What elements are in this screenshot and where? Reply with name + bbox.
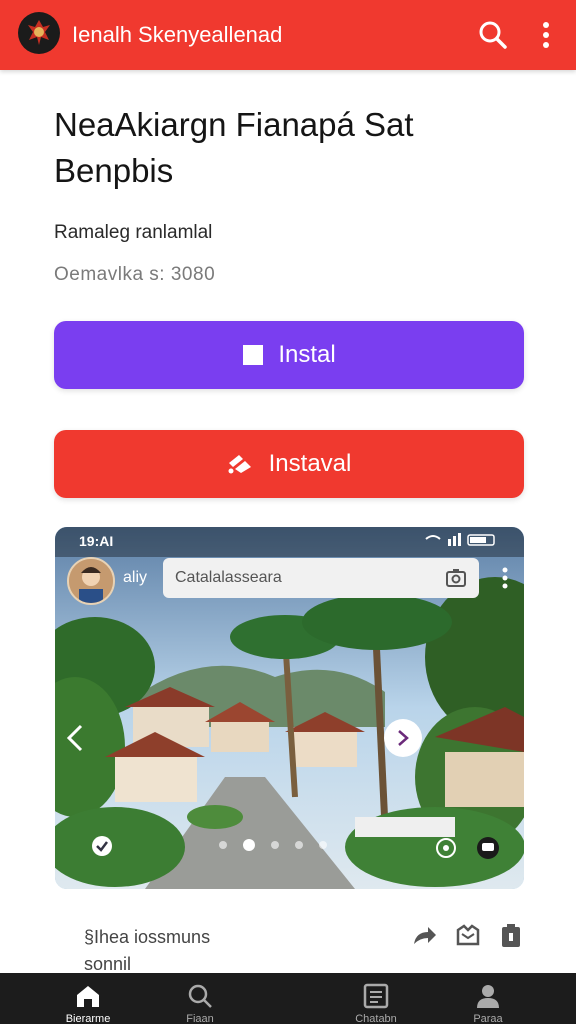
preview-handle: aliy [123,569,148,586]
nav-item-home[interactable]: Bierarme [38,973,138,1025]
chat-icon[interactable] [475,835,501,866]
nav-item-label: Chatabn [355,1013,397,1025]
listing-headline: NeaAkiargn Fianapá Sat Benpbis [54,106,414,189]
status-time: 19:AI [79,533,114,549]
badge-icon [91,835,113,862]
preview-search-value: Catalalasseara [175,569,282,586]
home-icon [77,986,99,1007]
nav-item-label: Fiaan [186,1013,214,1025]
listing-subtitle: Ramaleg ranlamlal [54,222,213,243]
share-icon[interactable] [410,922,438,955]
target-icon[interactable] [435,837,457,864]
preview-screenshot[interactable]: 19:AI aliy Catalalasseara [55,527,524,889]
carousel-dot[interactable] [271,841,279,849]
app-bar: Ienalh Skenyeallenad [0,0,576,70]
chevron-right-icon [398,730,409,746]
square-icon [242,344,264,366]
search-icon [188,984,212,1008]
more-vert-icon[interactable] [530,18,564,52]
bookmark-icon[interactable] [498,922,524,955]
nav-item-profile[interactable]: Paraa [438,973,538,1025]
carousel-dot[interactable] [219,841,227,849]
caption-line1: §Ihea iossmuns [84,927,211,947]
bottom-nav: Bierarme Fiaan Chatabn Paraa [0,973,576,1025]
app-title: Ienalh Skenyeallenad [72,22,283,47]
cast-icon [227,453,255,475]
search-icon[interactable] [476,18,510,52]
preview-search-input[interactable]: Catalalasseara [163,558,479,598]
app-logo[interactable] [18,12,60,54]
gift-icon[interactable] [454,922,482,955]
chevron-right-button[interactable] [384,719,422,757]
install-alt-button-label: Instaval [268,450,352,477]
carousel-dot[interactable] [295,841,303,849]
install-button-label: Instal [278,341,336,368]
chevron-left-icon[interactable] [65,723,85,758]
profile-icon [477,985,499,1008]
nav-item-list[interactable]: Chatabn [326,973,426,1025]
list-icon [363,983,389,1009]
status-icons [425,533,495,546]
install-alt-button[interactable]: Instaval [54,430,524,498]
carousel-dot[interactable] [319,841,327,849]
avatar[interactable] [67,557,115,605]
listing-meta: Oemavlka s: 3080 [54,264,216,285]
carousel-dots [219,839,327,851]
camera-icon[interactable] [445,567,467,594]
nav-item-label: Paraa [473,1013,503,1025]
nav-item-search[interactable]: Fiaan [150,973,250,1025]
preview-more-icon[interactable] [502,567,508,594]
install-button[interactable]: Instal [54,321,524,389]
nav-item-label: Bierarme [65,1013,111,1025]
carousel-dot-active[interactable] [243,839,255,851]
